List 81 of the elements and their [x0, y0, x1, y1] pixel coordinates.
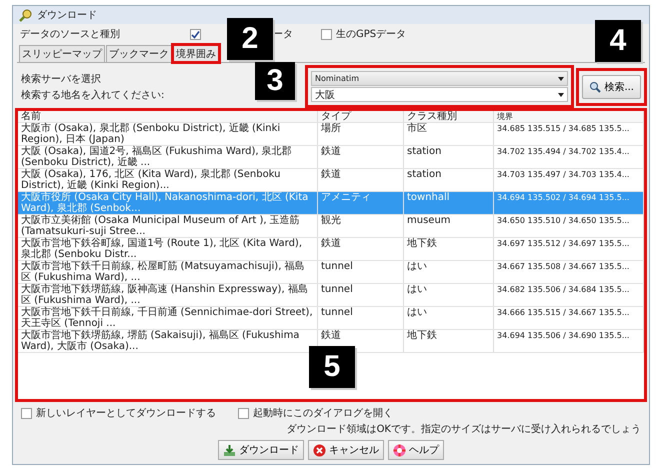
checkbox[interactable] — [190, 28, 201, 40]
table-cell: tunnel — [318, 307, 404, 329]
table-cell: 34.650 135.510 / 34.650 135.5... — [494, 215, 644, 237]
checkbox-label: 生のGPSデータ — [336, 28, 406, 41]
table-row[interactable]: 大阪市 (Osaka), 泉北郡 (Senboku District), 近畿 (Kinki Region), 日本 (Japan) 場所 市区 34.685 135.515 / 34.685 135.5... — [18, 123, 644, 146]
table-cell: はい — [404, 307, 494, 329]
table-cell: アメニティ — [318, 192, 404, 214]
callout-number: 4 — [595, 20, 641, 62]
callout-number: 5 — [309, 346, 355, 388]
table-cell: 34.682 135.506 / 34.684 135.5... — [494, 284, 644, 306]
table-cell: 34.685 135.515 / 34.685 135.5... — [494, 123, 644, 145]
table-cell: station — [404, 169, 494, 191]
table-cell: 市区 — [404, 123, 494, 145]
download-icon — [223, 444, 236, 456]
column-header[interactable]: タイプ — [318, 111, 404, 122]
checkbox[interactable] — [238, 408, 249, 418]
table-cell: 大阪市役所 (Osaka City Hall), Nakanoshima-dori, 北区 (Kita Ward), 泉北郡 (Senbok... — [18, 192, 318, 214]
table-cell: 大阪 (Osaka), 176, 北区 (Kita Ward), 泉北郡 (Senboku District), 近畿 (Kinki Region)... — [18, 169, 318, 191]
table-cell: 大阪 (Osaka), 国道2号, 福島区 (Fukushima Ward), 泉北郡 (Senboku District), 近畿 ... — [18, 146, 318, 168]
table-cell: tunnel — [318, 284, 404, 306]
table-row[interactable]: 大阪市営地下鉄千日前線, 松屋町筋 (Matsuyamachisuji), 福島区 (Fukushima Ward), ... tunnel はい 34.667 135.508 / 34.667 135.5... — [18, 261, 644, 284]
table-cell: 大阪市営地下鉄谷町線, 国道1号 (Route 1), 北区 (Kita Ward), 泉北郡 (Senboku Distr... — [18, 238, 318, 260]
table-cell: 34.702 135.494 / 34.702 135.4... — [494, 146, 644, 168]
table-row[interactable]: 大阪市営地下鉄千日前線, 千日前通 (Sennichimae-dori Street), 天王寺区 (Tennoji ... tunnel はい 34.666 135.515 / 34.667 135.5... — [18, 307, 644, 330]
query-combobox[interactable]: 大阪 — [311, 87, 568, 102]
search-icon — [589, 80, 602, 92]
table-cell: 大阪市立美術館 (Osaka Municipal Museum of Art ), 玉造筋 (Tamatsukuri-suji Stree... — [18, 215, 318, 237]
table-cell: tunnel — [318, 261, 404, 283]
table-row[interactable]: 大阪 (Osaka), 国道2号, 福島区 (Fukushima Ward), 泉北郡 (Senboku District), 近畿 ... 鉄道 station 34.702 135.494 / 34.702 135.4... — [18, 146, 644, 169]
callout-number: 3 — [255, 62, 295, 100]
checkbox-label: 起動時にこのダイアログを開く — [253, 406, 393, 420]
table-cell: 地下鉄 — [404, 330, 494, 352]
column-header[interactable]: 名前 — [18, 111, 318, 122]
table-cell: 鉄道 — [318, 146, 404, 168]
table-cell: 鉄道 — [318, 238, 404, 260]
server-label: 検索サーバを選択 — [21, 72, 101, 86]
table-row[interactable]: 大阪市営地下鉄堺筋線, 阪神高速 (Hanshin Expressway), 福島区 (Fukushima Ward), ... tunnel はい 34.682 135.506 / 34.684 135.5... — [18, 284, 644, 307]
table-cell: 34.697 135.512 / 34.697 135.5... — [494, 238, 644, 260]
window-title: ダウンロード — [37, 9, 97, 22]
help-button[interactable]: ヘルプ — [388, 440, 444, 460]
table-cell: 大阪市 (Osaka), 泉北郡 (Senboku District), 近畿 (Kinki Region), 日本 (Japan) — [18, 123, 318, 145]
table-cell: museum — [404, 215, 494, 237]
cancel-button[interactable]: キャンセル — [308, 440, 384, 460]
column-header[interactable]: 境界 — [494, 111, 644, 122]
table-cell: 34.666 135.515 / 34.667 135.5... — [494, 307, 644, 329]
table-cell: 大阪市営地下鉄千日前線, 千日前通 (Sennichimae-dori Street), 天王寺区 (Tennoji ... — [18, 307, 318, 329]
table-cell: 場所 — [318, 123, 404, 145]
table-cell: 34.703 135.497 / 34.703 135.4... — [494, 169, 644, 191]
column-header[interactable]: クラス種別 — [404, 111, 494, 122]
tab[interactable]: ブックマーク — [106, 45, 172, 62]
table-cell: station — [404, 146, 494, 168]
table-cell: 大阪市営地下鉄堺筋線, 阪神高速 (Hanshin Expressway), 福島区 (Fukushima Ward), ... — [18, 284, 318, 306]
table-cell: 地下鉄 — [404, 238, 494, 260]
table-cell: townhall — [404, 192, 494, 214]
table-cell: 34.694 135.506 / 34.690 135.5... — [494, 330, 644, 352]
checkbox-label: 新しいレイヤーとしてダウンロードする — [36, 406, 216, 420]
table-row[interactable]: 大阪市立美術館 (Osaka Municipal Museum of Art ), 玉造筋 (Tamatsukuri-suji Stree... 観光 museum 34.650 135.510 / 34.650 135.5... — [18, 215, 644, 238]
magnifier-icon — [19, 8, 33, 22]
tab[interactable]: スリッピーマップ — [19, 45, 105, 62]
server-dropdown[interactable]: Nominatim — [311, 71, 568, 86]
download-button[interactable]: ダウンロード — [218, 440, 304, 460]
caret-icon — [558, 92, 564, 96]
search-button[interactable]: 検索... — [582, 74, 641, 98]
source-label: データのソースと種別 — [20, 28, 120, 41]
table-cell: 34.667 135.508 / 34.667 135.5... — [494, 261, 644, 283]
table-cell: 大阪市営地下鉄千日前線, 松屋町筋 (Matsuyamachisuji), 福島区 (Fukushima Ward), ... — [18, 261, 318, 283]
callout-number: 2 — [227, 18, 273, 60]
caret-icon — [558, 76, 564, 80]
query-label: 検索する地名を入れてください: — [21, 88, 164, 102]
checkbox[interactable] — [21, 408, 32, 418]
table-cell: 鉄道 — [318, 169, 404, 191]
table-cell: はい — [404, 284, 494, 306]
table-cell: 34.694 135.502 / 34.694 135.5... — [494, 192, 644, 214]
checkbox[interactable] — [321, 28, 332, 40]
lifebuoy-icon — [393, 444, 406, 456]
cancel-icon — [313, 444, 326, 456]
status-text: ダウンロード領域はOKです。指定のサイズはサーバに受け入れられるでしょう — [286, 422, 641, 436]
table-row[interactable]: 大阪市営地下鉄谷町線, 国道1号 (Route 1), 北区 (Kita Ward), 泉北郡 (Senboku Distr... 鉄道 地下鉄 34.697 135.512 / 34.697 135.5... — [18, 238, 644, 261]
tab[interactable]: 境界囲み — [173, 45, 219, 62]
table-cell: はい — [404, 261, 494, 283]
table-cell: 観光 — [318, 215, 404, 237]
